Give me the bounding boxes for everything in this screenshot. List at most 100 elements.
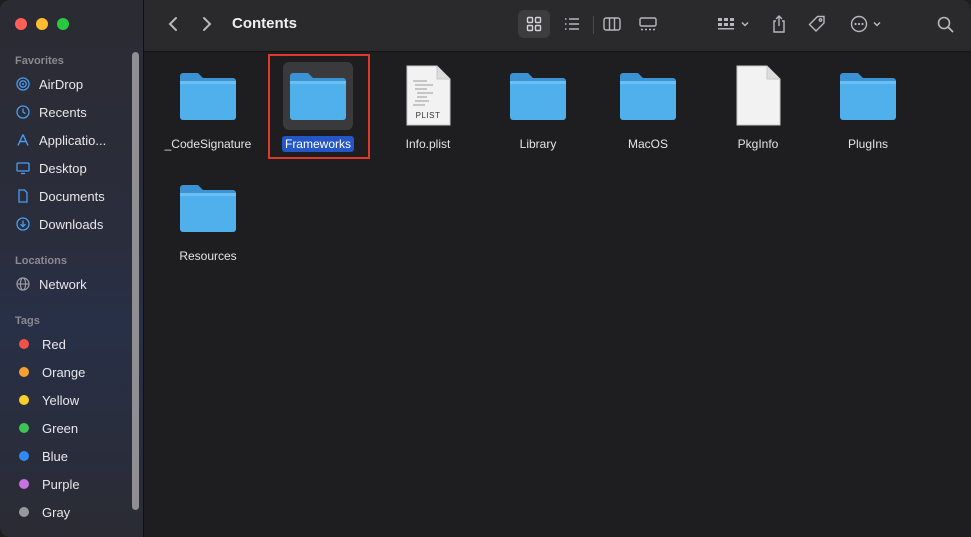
tag-dot <box>19 423 29 433</box>
list-view-button[interactable] <box>558 10 586 38</box>
file-name: Info.plist <box>405 137 451 151</box>
group-by-button[interactable] <box>712 10 754 38</box>
favorites-header: Favorites <box>15 55 64 67</box>
download-icon <box>15 216 31 232</box>
sidebar-scrollbar[interactable] <box>132 52 139 510</box>
zoom-button[interactable] <box>57 18 69 30</box>
tags-button[interactable] <box>804 10 830 38</box>
column-view-button[interactable] <box>598 10 626 38</box>
search-button[interactable] <box>932 10 958 38</box>
group-grid-icon <box>717 18 734 30</box>
document-icon <box>15 188 31 204</box>
folder-icon <box>620 73 676 120</box>
desktop-icon <box>15 160 31 176</box>
clock-icon <box>15 104 31 120</box>
sidebar-item-label: Desktop <box>39 160 87 176</box>
file-name: _CodeSignature <box>164 137 252 151</box>
gallery-icon <box>639 17 657 31</box>
selection-highlight-box <box>268 54 370 159</box>
sidebar-item-label: AirDrop <box>39 76 84 92</box>
file-grid: _CodeSignature Frameworks PLIST Info.pli… <box>144 52 971 537</box>
search-icon <box>937 16 953 32</box>
tag-icon <box>808 15 825 32</box>
sidebar-item-applications[interactable]: Applicatio... <box>15 129 106 151</box>
tag-dot <box>19 367 29 377</box>
folder-icon <box>840 73 896 120</box>
tag-red[interactable]: Red <box>15 333 66 355</box>
airdrop-icon <box>15 76 31 92</box>
share-icon <box>773 15 785 33</box>
tag-label: Purple <box>42 476 80 492</box>
folder-icon <box>180 185 236 232</box>
chevron-down-icon <box>873 21 881 27</box>
toolbar-divider <box>593 16 594 34</box>
list-icon <box>565 18 579 30</box>
share-button[interactable] <box>766 10 792 38</box>
file-item-info-plist[interactable]: PLIST Info.plist <box>373 62 483 152</box>
chevron-right-icon <box>203 17 212 31</box>
sidebar-item-label: Applicatio... <box>39 132 107 148</box>
tag-orange[interactable]: Orange <box>15 361 85 383</box>
sidebar-item-documents[interactable]: Documents <box>15 185 105 207</box>
back-button[interactable] <box>162 10 184 38</box>
ellipsis-circle-icon <box>850 15 868 33</box>
file-item-plugins[interactable]: PlugIns <box>813 62 923 152</box>
toolbar: Contents <box>144 0 971 52</box>
sidebar-item-label: Network <box>39 276 87 292</box>
sidebar-item-network[interactable]: Network <box>15 273 87 295</box>
finder-window: Favorites AirDrop Recents Applicatio... … <box>0 0 971 537</box>
file-item-macos[interactable]: MacOS <box>593 62 703 152</box>
chevron-left-icon <box>168 17 177 31</box>
window-title: Contents <box>232 15 297 32</box>
grid-icon <box>526 16 542 32</box>
file-name: PkgInfo <box>737 137 779 151</box>
window-controls <box>15 18 69 30</box>
chevron-down-icon <box>740 21 749 27</box>
file-name: Resources <box>179 249 237 263</box>
close-button[interactable] <box>15 18 27 30</box>
file-item-library[interactable]: Library <box>483 62 593 152</box>
tag-dot <box>19 395 29 405</box>
sidebar-item-downloads[interactable]: Downloads <box>15 213 103 235</box>
tag-purple[interactable]: Purple <box>15 473 80 495</box>
folder-icon <box>180 73 236 120</box>
tag-dot <box>19 507 29 517</box>
sidebar-item-desktop[interactable]: Desktop <box>15 157 87 179</box>
sidebar-item-label: Downloads <box>39 216 104 232</box>
tag-label: Orange <box>42 364 86 380</box>
locations-header: Locations <box>15 255 67 267</box>
sidebar-item-airdrop[interactable]: AirDrop <box>15 73 83 95</box>
tag-label: Green <box>42 420 79 436</box>
file-item-pkginfo[interactable]: PkgInfo <box>703 62 813 152</box>
tag-dot <box>19 339 29 349</box>
folder-icon <box>510 73 566 120</box>
plist-badge: PLIST <box>415 110 441 120</box>
columns-icon <box>603 17 621 31</box>
tag-label: Yellow <box>42 392 80 408</box>
tag-green[interactable]: Green <box>15 417 78 439</box>
tags-header: Tags <box>15 315 40 327</box>
file-name: PlugIns <box>847 137 889 151</box>
tag-label: Red <box>42 336 66 352</box>
tag-label: Gray <box>42 504 71 520</box>
icon-view-button[interactable] <box>518 10 550 38</box>
tag-yellow[interactable]: Yellow <box>15 389 79 411</box>
tag-dot <box>19 479 29 489</box>
sidebar-item-recents[interactable]: Recents <box>15 101 87 123</box>
file-item-codesignature[interactable]: _CodeSignature <box>153 62 263 152</box>
tag-label: Blue <box>42 448 69 464</box>
applications-icon <box>15 132 31 148</box>
tag-gray[interactable]: Gray <box>15 501 70 523</box>
tag-dot <box>19 451 29 461</box>
more-actions-button[interactable] <box>846 10 886 38</box>
minimize-button[interactable] <box>36 18 48 30</box>
sidebar-item-label: Documents <box>39 188 105 204</box>
gallery-view-button[interactable] <box>634 10 662 38</box>
tag-blue[interactable]: Blue <box>15 445 68 467</box>
file-name: MacOS <box>627 137 668 151</box>
file-item-resources[interactable]: Resources <box>153 174 263 264</box>
sidebar: Favorites AirDrop Recents Applicatio... … <box>0 0 144 537</box>
blank-file-icon <box>736 65 781 126</box>
file-name: Library <box>519 137 557 151</box>
forward-button[interactable] <box>196 10 218 38</box>
